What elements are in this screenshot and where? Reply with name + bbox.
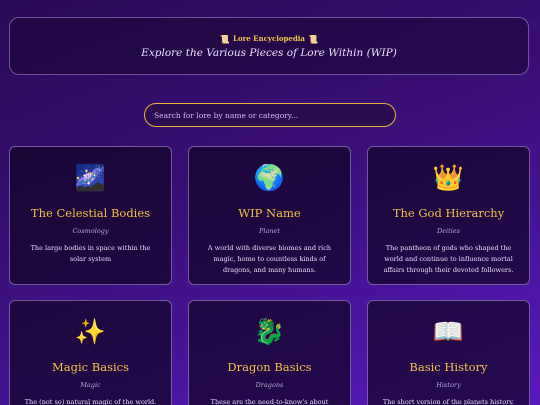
card-category: History xyxy=(436,381,461,389)
crown-icon: 👑 xyxy=(432,163,465,192)
scroll-icon: 📜 xyxy=(219,34,230,44)
card-description: The large bodies in space within the sol… xyxy=(30,244,151,263)
card-category: Magic xyxy=(80,381,101,389)
card-title: The Celestial Bodies xyxy=(30,206,151,220)
card-title: WIP Name xyxy=(238,206,301,220)
lore-card-wip-name[interactable]: 🌍 WIP Name Planet A world with diverse b… xyxy=(188,146,351,285)
dragon-icon: 🐉 xyxy=(253,317,286,346)
lore-card-basic-history[interactable]: 📖 Basic History History The short versio… xyxy=(367,300,530,405)
search-input[interactable] xyxy=(144,103,396,127)
card-description: A world with diverse biomes and rich mag… xyxy=(207,244,332,274)
encyclopedia-badge: 📜 Lore Encyclopedia 📜 xyxy=(10,34,528,44)
sparkles-icon: ✨ xyxy=(74,317,107,346)
open-book-icon: 📖 xyxy=(432,317,465,346)
card-title: Dragon Basics xyxy=(227,360,312,374)
card-category: Cosmology xyxy=(72,227,109,235)
page-subtitle: Explore the Various Pieces of Lore Withi… xyxy=(141,47,397,59)
card-category: Planet xyxy=(259,227,280,235)
card-description: The short version of the planets history… xyxy=(382,398,515,405)
encyclopedia-title: Lore Encyclopedia xyxy=(233,34,305,43)
scroll-icon: 📜 xyxy=(308,34,319,44)
card-category: Deities xyxy=(436,227,460,235)
card-title: Basic History xyxy=(409,360,488,374)
header-panel: 📜 Lore Encyclopedia 📜 Explore the Variou… xyxy=(9,17,529,75)
globe-icon: 🌍 xyxy=(253,163,286,192)
card-category: Dragons xyxy=(255,381,284,389)
lore-card-magic-basics[interactable]: ✨ Magic Basics Magic The (not so) natura… xyxy=(9,300,172,405)
card-title: Magic Basics xyxy=(52,360,129,374)
lore-card-dragon-basics[interactable]: 🐉 Dragon Basics Dragons These are the ne… xyxy=(188,300,351,405)
card-title: The God Hierarchy xyxy=(392,206,505,220)
card-description: The pantheon of gods who shaped the worl… xyxy=(383,244,514,274)
galaxy-icon: 🌌 xyxy=(74,163,107,192)
card-description: The (not so) natural magic of the world. xyxy=(24,398,157,405)
lore-card-god-hierarchy[interactable]: 👑 The God Hierarchy Deities The pantheon… xyxy=(367,146,530,285)
card-description: These are the need-to-know's about drago… xyxy=(210,398,329,405)
lore-card-celestial-bodies[interactable]: 🌌 The Celestial Bodies Cosmology The lar… xyxy=(9,146,172,285)
